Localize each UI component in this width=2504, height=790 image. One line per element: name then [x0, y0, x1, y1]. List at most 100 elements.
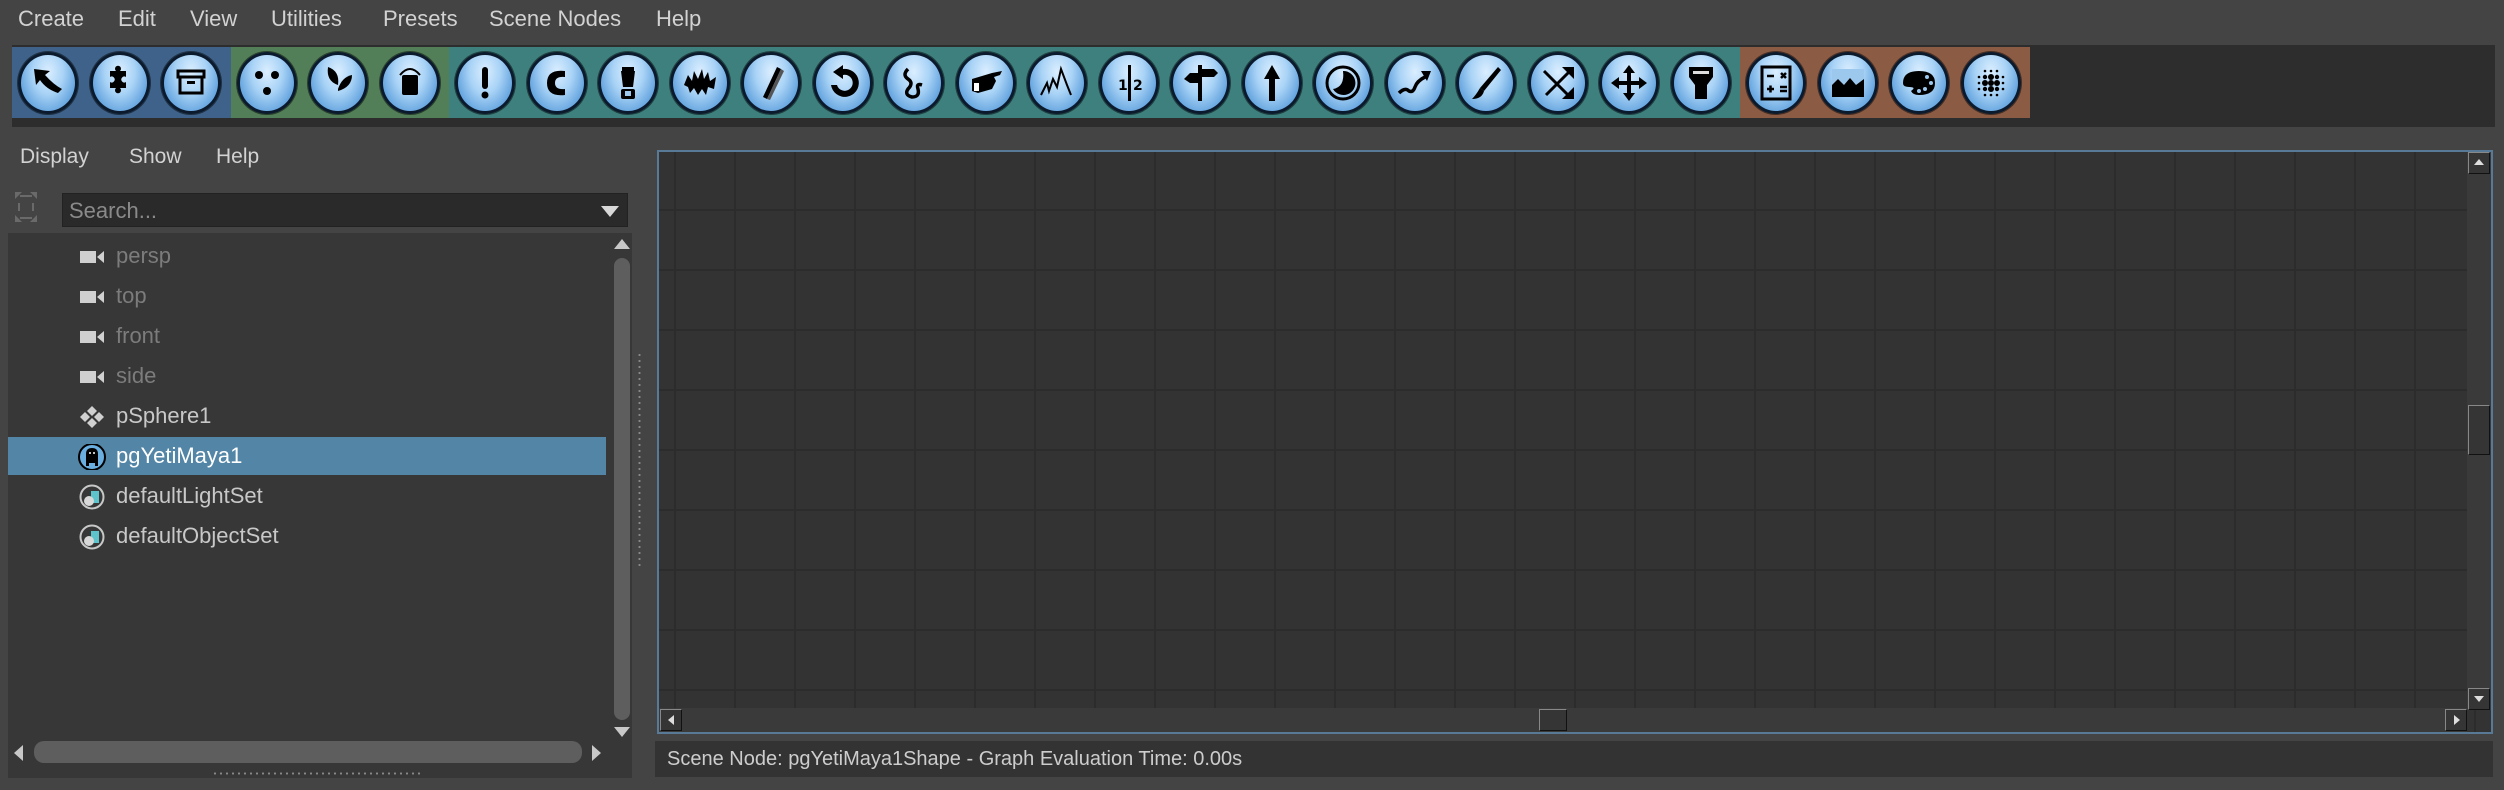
outliner-menu-show[interactable]: Show: [129, 145, 182, 169]
outliner-menu-help[interactable]: Help: [216, 145, 259, 169]
menu-utilities[interactable]: Utilities: [271, 6, 342, 32]
scroll-right-icon[interactable]: [592, 745, 601, 761]
ring-moon-button[interactable]: [1313, 52, 1373, 114]
outliner-item[interactable]: top: [8, 277, 606, 315]
menu-create[interactable]: Create: [18, 6, 84, 32]
graph-scroll-left-button[interactable]: [660, 709, 682, 731]
outliner-item-label: pgYetiMaya1: [116, 443, 243, 468]
comb-button[interactable]: [741, 52, 801, 114]
exclamation-icon: [481, 67, 489, 99]
puzzle-icon: [109, 65, 126, 94]
pointing-hand-button[interactable]: [955, 52, 1016, 114]
graph-scroll-right-button[interactable]: [2445, 709, 2467, 731]
camera-icon: [80, 371, 104, 383]
panel-splitter-handle[interactable]: [638, 352, 641, 566]
move-cross-button[interactable]: [1599, 52, 1659, 114]
scroll-thumb[interactable]: [614, 258, 630, 720]
arrow-up-icon: [2474, 159, 2484, 165]
outliner-item[interactable]: defaultObjectSet: [8, 517, 606, 555]
svg-text:1: 1: [1118, 78, 1128, 94]
outliner-vertical-scrollbar[interactable]: [611, 233, 633, 743]
svg-text:2: 2: [1133, 78, 1143, 94]
palette-button[interactable]: [1889, 52, 1949, 114]
scroll-down-icon[interactable]: [614, 727, 630, 737]
menu-view[interactable]: View: [190, 6, 237, 32]
arrow-down-icon: [2474, 696, 2484, 702]
search-dropdown-icon[interactable]: [601, 206, 619, 217]
scroll-thumb[interactable]: [34, 741, 582, 763]
paint-brush-button[interactable]: [1456, 52, 1516, 114]
outliner-item[interactable]: pSphere1: [8, 397, 606, 435]
curve-arrow-button[interactable]: [1384, 52, 1445, 114]
paint-brush-icon: [1472, 67, 1501, 99]
graph-horizontal-scrollbar[interactable]: [659, 708, 2467, 732]
outliner-item-label: pSphere1: [116, 403, 212, 428]
funnel-button[interactable]: [1670, 52, 1731, 114]
camera-icon: [80, 331, 104, 343]
crescent-button[interactable]: [526, 52, 587, 114]
bucket-icon: [398, 68, 421, 95]
arrow-up-button[interactable]: [1241, 52, 1302, 114]
filter-toggle-icon[interactable]: [14, 191, 38, 223]
set-icon: [79, 484, 105, 510]
dot-grid-button[interactable]: [1960, 52, 2021, 114]
exclamation-button[interactable]: [455, 52, 515, 114]
plant-leaves-button[interactable]: [308, 52, 368, 114]
funnel-icon: [1688, 67, 1713, 99]
arrow-left-icon: [668, 715, 674, 725]
yeti-icon: [78, 444, 106, 470]
menu-help[interactable]: Help: [656, 6, 701, 32]
plant-leaves-icon: [327, 67, 352, 99]
shuffle-button[interactable]: [1527, 52, 1588, 114]
scatter-dots-button[interactable]: [236, 52, 297, 114]
outliner-menu-display[interactable]: Display: [20, 145, 89, 169]
outliner-item[interactable]: side: [8, 357, 606, 395]
graph-horizontal-thumb[interactable]: [1539, 709, 1567, 731]
toolbar-group-utilities: [1740, 47, 2030, 118]
outliner-horizontal-scrollbar[interactable]: [8, 741, 611, 765]
rotate-icon: [830, 65, 859, 97]
squiggle-button[interactable]: [884, 52, 944, 114]
outliner-item[interactable]: persp: [8, 237, 606, 275]
camera-icon: [80, 251, 104, 263]
puzzle-button[interactable]: [89, 52, 150, 114]
splat-button[interactable]: [669, 52, 730, 114]
image-wave-button[interactable]: [1817, 52, 1878, 114]
camera-icon: [80, 291, 104, 303]
graph-vertical-thumb[interactable]: [2468, 405, 2490, 455]
graph-scroll-up-button[interactable]: [2468, 152, 2490, 174]
split-half-icon: 12: [1118, 65, 1143, 101]
node-graph-canvas[interactable]: [657, 150, 2493, 734]
split-half-button[interactable]: 12: [1098, 52, 1159, 114]
menu-presets[interactable]: Presets: [383, 6, 458, 32]
archive-box-button[interactable]: [161, 52, 221, 114]
scatter-dots-icon: [254, 71, 279, 95]
noise-peaks-button[interactable]: [1027, 52, 1087, 114]
arrow-right-icon: [2454, 715, 2460, 725]
graph-vertical-scrollbar[interactable]: [2467, 152, 2491, 710]
blender-button[interactable]: [598, 52, 658, 114]
archive-box-icon: [176, 69, 206, 95]
set-icon: [79, 524, 105, 550]
panel-resize-handle-horizontal[interactable]: [212, 772, 420, 775]
select-arrow-button[interactable]: [18, 52, 78, 114]
menu-edit[interactable]: Edit: [118, 6, 156, 32]
outliner-item-label: defaultLightSet: [116, 483, 263, 508]
outliner-item-label: defaultObjectSet: [116, 523, 279, 548]
scroll-left-icon[interactable]: [14, 745, 23, 761]
outliner-item[interactable]: front: [8, 317, 606, 355]
signpost-button[interactable]: [1170, 52, 1230, 114]
bucket-button[interactable]: [379, 52, 440, 114]
menu-scene-nodes[interactable]: Scene Nodes: [489, 6, 621, 32]
squiggle-icon: [903, 67, 923, 99]
scroll-up-icon[interactable]: [614, 239, 630, 249]
outliner-item[interactable]: pgYetiMaya1: [8, 437, 606, 475]
rotate-button[interactable]: [812, 52, 873, 114]
toolbar-group-generators: [230, 47, 449, 118]
outliner-item[interactable]: defaultLightSet: [8, 477, 606, 515]
transform-icon: [80, 406, 104, 428]
shuffle-icon: [1542, 67, 1574, 99]
calculator-button[interactable]: [1746, 52, 1806, 114]
graph-scroll-down-button[interactable]: [2468, 688, 2490, 710]
search-input[interactable]: [67, 194, 591, 228]
